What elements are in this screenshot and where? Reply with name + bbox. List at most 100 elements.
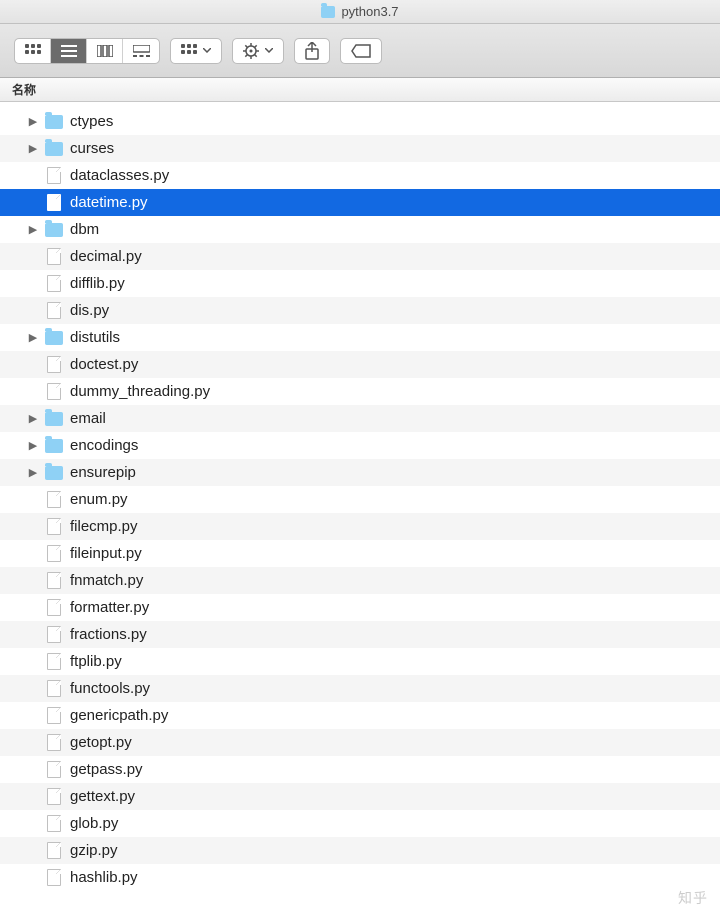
disclosure-triangle-icon[interactable]: ▶ <box>28 466 38 479</box>
list-item[interactable]: ▶ ensurepip <box>0 459 720 486</box>
list-item[interactable]: dataclasses.py <box>0 162 720 189</box>
file-icon <box>47 356 61 373</box>
column-name-label: 名称 <box>12 81 36 98</box>
file-icon <box>47 869 61 886</box>
item-name-label: dummy_threading.py <box>70 383 210 400</box>
list-item[interactable]: fileinput.py <box>0 540 720 567</box>
file-icon <box>47 518 61 535</box>
file-icon <box>47 734 61 751</box>
file-icon <box>47 680 61 697</box>
list-item[interactable]: glob.py <box>0 810 720 837</box>
file-icon <box>47 167 61 184</box>
file-icon <box>47 248 61 265</box>
file-icon <box>47 815 61 832</box>
file-list[interactable]: ▶ctypes▶cursesdataclasses.pydatetime.py▶… <box>0 102 720 918</box>
file-icon <box>47 653 61 670</box>
window-title: python3.7 <box>341 4 398 19</box>
list-item[interactable]: getpass.py <box>0 756 720 783</box>
list-item[interactable]: getopt.py <box>0 729 720 756</box>
folder-icon <box>45 439 63 453</box>
list-item[interactable]: gzip.py <box>0 837 720 864</box>
list-item[interactable]: fnmatch.py <box>0 567 720 594</box>
item-name-label: fractions.py <box>70 626 147 643</box>
file-icon <box>47 545 61 562</box>
list-item[interactable]: filecmp.py <box>0 513 720 540</box>
file-icon <box>47 707 61 724</box>
list-item[interactable]: doctest.py <box>0 351 720 378</box>
disclosure-triangle-icon[interactable]: ▶ <box>28 439 38 452</box>
item-name-label: getopt.py <box>70 734 132 751</box>
list-item[interactable]: datetime.py <box>0 189 720 216</box>
folder-icon <box>45 223 63 237</box>
share-button[interactable] <box>294 38 330 64</box>
list-item[interactable]: ▶ dbm <box>0 216 720 243</box>
list-item[interactable]: fractions.py <box>0 621 720 648</box>
file-icon <box>47 194 61 211</box>
disclosure-triangle-icon[interactable]: ▶ <box>28 412 38 425</box>
toolbar <box>0 24 720 78</box>
icon-view-button[interactable] <box>15 39 51 63</box>
tag-icon <box>351 44 371 58</box>
gallery-view-button[interactable] <box>123 39 159 63</box>
list-item[interactable]: gettext.py <box>0 783 720 810</box>
share-icon <box>305 42 319 60</box>
chevron-down-icon <box>265 48 273 53</box>
item-name-label: gettext.py <box>70 788 135 805</box>
disclosure-triangle-icon[interactable]: ▶ <box>28 331 38 344</box>
folder-icon <box>45 331 63 345</box>
file-icon <box>47 275 61 292</box>
list-item[interactable]: hashlib.py <box>0 864 720 891</box>
tags-button[interactable] <box>340 38 382 64</box>
list-view-button[interactable] <box>51 39 87 63</box>
item-name-label: dbm <box>70 221 99 238</box>
disclosure-triangle-icon[interactable]: ▶ <box>28 223 38 236</box>
item-name-label: ensurepip <box>70 464 136 481</box>
item-name-label: hashlib.py <box>70 869 138 886</box>
disclosure-triangle-icon[interactable]: ▶ <box>28 142 38 155</box>
view-mode-group <box>14 38 160 64</box>
list-item[interactable]: ftplib.py <box>0 648 720 675</box>
item-name-label: genericpath.py <box>70 707 168 724</box>
item-name-label: fileinput.py <box>70 545 142 562</box>
item-name-label: dis.py <box>70 302 109 319</box>
item-name-label: curses <box>70 140 114 157</box>
file-icon <box>47 491 61 508</box>
item-name-label: fnmatch.py <box>70 572 143 589</box>
item-name-label: gzip.py <box>70 842 118 859</box>
item-name-label: filecmp.py <box>70 518 138 535</box>
list-item[interactable]: ▶email <box>0 405 720 432</box>
item-name-label: glob.py <box>70 815 118 832</box>
item-name-label: decimal.py <box>70 248 142 265</box>
item-name-label: dataclasses.py <box>70 167 169 184</box>
list-item[interactable]: functools.py <box>0 675 720 702</box>
list-item[interactable]: ▶distutils <box>0 324 720 351</box>
file-icon <box>47 302 61 319</box>
group-by-button[interactable] <box>170 38 222 64</box>
action-menu-button[interactable] <box>232 38 284 64</box>
watermark: 知乎 <box>678 888 708 908</box>
folder-icon <box>45 466 63 480</box>
item-name-label: encodings <box>70 437 138 454</box>
disclosure-triangle-icon[interactable]: ▶ <box>28 115 38 128</box>
item-name-label: doctest.py <box>70 356 138 373</box>
list-item[interactable]: decimal.py <box>0 243 720 270</box>
column-header[interactable]: 名称 <box>0 78 720 102</box>
title-bar: python3.7 <box>0 0 720 24</box>
list-item[interactable]: dis.py <box>0 297 720 324</box>
column-view-button[interactable] <box>87 39 123 63</box>
item-name-label: enum.py <box>70 491 128 508</box>
folder-icon <box>45 412 63 426</box>
list-item[interactable]: formatter.py <box>0 594 720 621</box>
folder-icon <box>45 142 63 156</box>
list-item[interactable]: genericpath.py <box>0 702 720 729</box>
list-item[interactable]: ▶ curses <box>0 135 720 162</box>
file-icon <box>47 788 61 805</box>
list-item[interactable]: enum.py <box>0 486 720 513</box>
list-item[interactable]: difflib.py <box>0 270 720 297</box>
item-name-label: difflib.py <box>70 275 125 292</box>
list-item[interactable]: ▶ encodings <box>0 432 720 459</box>
list-item[interactable]: ▶ctypes <box>0 108 720 135</box>
item-name-label: formatter.py <box>70 599 149 616</box>
file-icon <box>47 626 61 643</box>
list-item[interactable]: dummy_threading.py <box>0 378 720 405</box>
